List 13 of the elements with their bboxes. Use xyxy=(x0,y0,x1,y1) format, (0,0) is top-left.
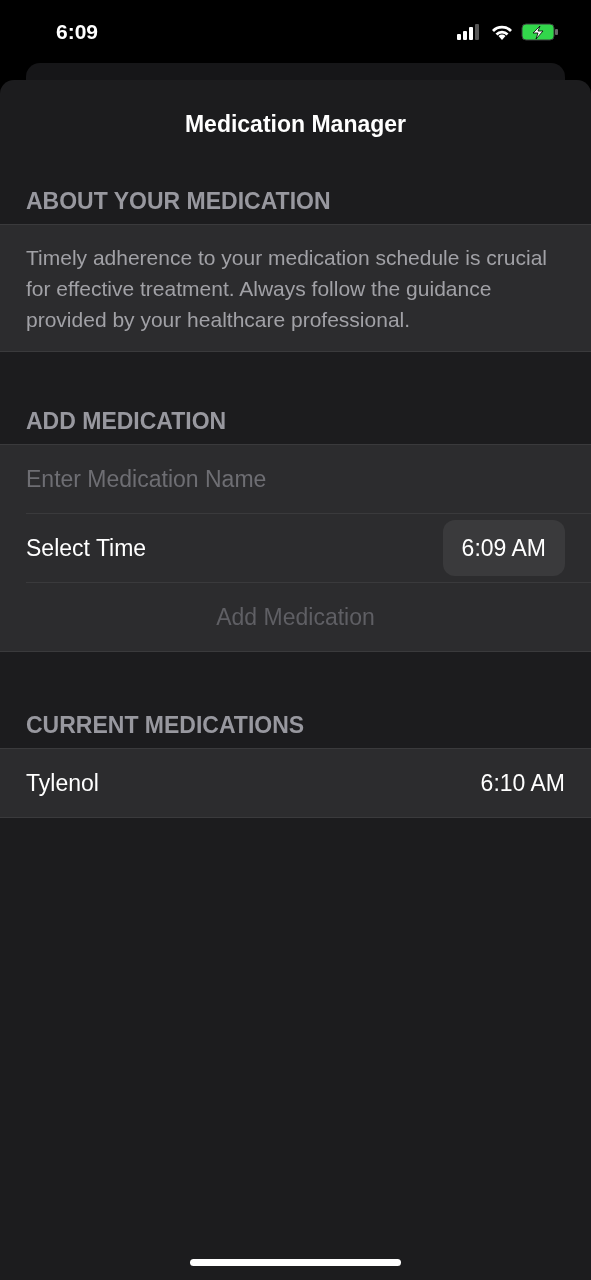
medication-name: Tylenol xyxy=(26,768,99,798)
screen-title: Medication Manager xyxy=(184,109,407,139)
select-time-label: Select Time xyxy=(26,533,147,563)
status-time: 6:09 xyxy=(56,18,99,45)
wifi-icon xyxy=(491,23,513,40)
medication-time: 6:10 AM xyxy=(480,768,565,798)
section-header: CURRENT MEDICATIONS xyxy=(26,712,305,738)
section-header: ADD MEDICATION xyxy=(26,408,227,434)
about-text: Timely adherence to your medication schedule is crucial for effective treatment. Always follow the guidance provided by your healthcare professional. xyxy=(26,245,548,333)
medication-name-field[interactable]: Enter Medication Name xyxy=(26,461,591,497)
battery-charging-icon xyxy=(521,22,559,41)
time-picker[interactable]: 6:09 AM xyxy=(442,520,565,576)
section-header: ABOUT YOUR MEDICATION xyxy=(26,188,331,214)
